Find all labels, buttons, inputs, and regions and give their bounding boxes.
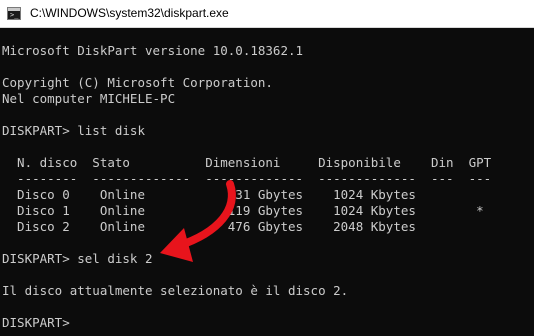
window-title: C:\WINDOWS\system32\diskpart.exe: [30, 6, 229, 20]
console-app-icon[interactable]: >_: [7, 7, 21, 20]
console-output[interactable]: Microsoft DiskPart versione 10.0.18362.1…: [0, 28, 534, 336]
arrow-head: [160, 228, 193, 262]
icon-prompt: >_: [10, 11, 19, 19]
red-arrow-annotation: [160, 180, 236, 262]
title-bar[interactable]: >_ C:\WINDOWS\system32\diskpart.exe: [0, 0, 534, 28]
